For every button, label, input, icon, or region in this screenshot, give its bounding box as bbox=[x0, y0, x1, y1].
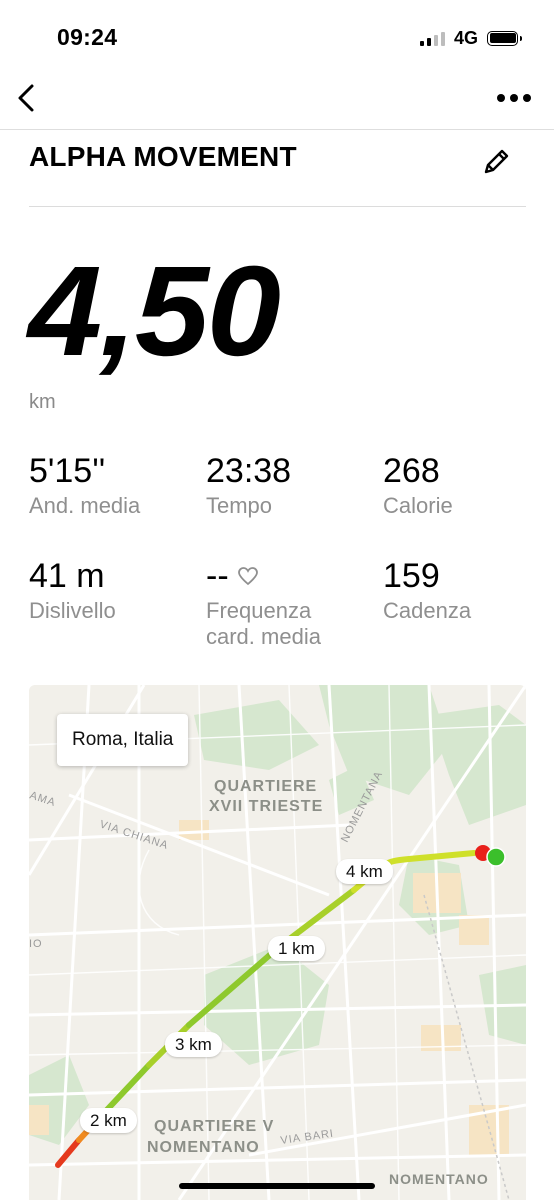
heart-rate-value: -- bbox=[206, 557, 229, 595]
street-partial-io: IO bbox=[29, 938, 43, 950]
avg-pace-label: And. media bbox=[29, 493, 141, 518]
heart-rate-label-1: Frequenza bbox=[206, 598, 312, 623]
ellipsis-icon bbox=[497, 94, 531, 102]
status-icons: 4G bbox=[419, 24, 522, 52]
network-type: 4G bbox=[453, 27, 478, 48]
district-nomentano-line1: QUARTIERE V bbox=[154, 1118, 274, 1135]
nav-divider bbox=[0, 129, 554, 130]
heart-rate-label-2: card. media bbox=[206, 624, 321, 649]
distance-unit: km bbox=[29, 391, 56, 413]
home-indicator[interactable] bbox=[179, 1183, 375, 1189]
location-card[interactable]: Roma, Italia bbox=[57, 714, 189, 766]
avg-pace-value: 5'15'' bbox=[29, 452, 106, 490]
activity-title: ALPHA MOVEMENT bbox=[29, 141, 297, 172]
district-nomentano-line2: NOMENTANO bbox=[147, 1139, 260, 1156]
distance-value: 4,50 bbox=[28, 240, 281, 383]
signal-icon bbox=[419, 30, 445, 46]
pencil-icon bbox=[484, 149, 509, 174]
km-marker-1: 1 km bbox=[268, 936, 325, 961]
district-trieste-line2: XVII TRIESTE bbox=[209, 798, 323, 815]
edit-button[interactable] bbox=[476, 142, 516, 182]
calories-label: Calorie bbox=[383, 493, 453, 518]
cadence-value: 159 bbox=[383, 557, 440, 595]
calories-value: 268 bbox=[383, 452, 440, 490]
duration-label: Tempo bbox=[206, 493, 273, 518]
duration-value: 23:38 bbox=[206, 452, 292, 490]
elevation-value: 41 m bbox=[29, 557, 105, 595]
title-divider bbox=[29, 206, 526, 207]
district-trieste-line1: QUARTIERE bbox=[214, 778, 317, 795]
heart-icon bbox=[237, 567, 258, 586]
street-partial-ama: AMA bbox=[29, 789, 57, 809]
heart-rate-stat: -- bbox=[206, 559, 259, 593]
km-marker-2: 2 km bbox=[80, 1108, 137, 1133]
back-button[interactable] bbox=[6, 78, 46, 118]
km-marker-4: 4 km bbox=[336, 859, 393, 884]
start-marker bbox=[486, 847, 506, 867]
km-marker-3: 3 km bbox=[165, 1032, 222, 1057]
cadence-label: Cadenza bbox=[383, 598, 472, 623]
chevron-left-icon bbox=[18, 84, 34, 112]
elevation-label: Dislivello bbox=[29, 598, 116, 623]
battery-icon bbox=[487, 30, 522, 46]
more-options-button[interactable] bbox=[490, 80, 538, 116]
district-nomentano-label: NOMENTANO bbox=[389, 1171, 489, 1187]
status-time: 09:24 bbox=[57, 24, 118, 50]
